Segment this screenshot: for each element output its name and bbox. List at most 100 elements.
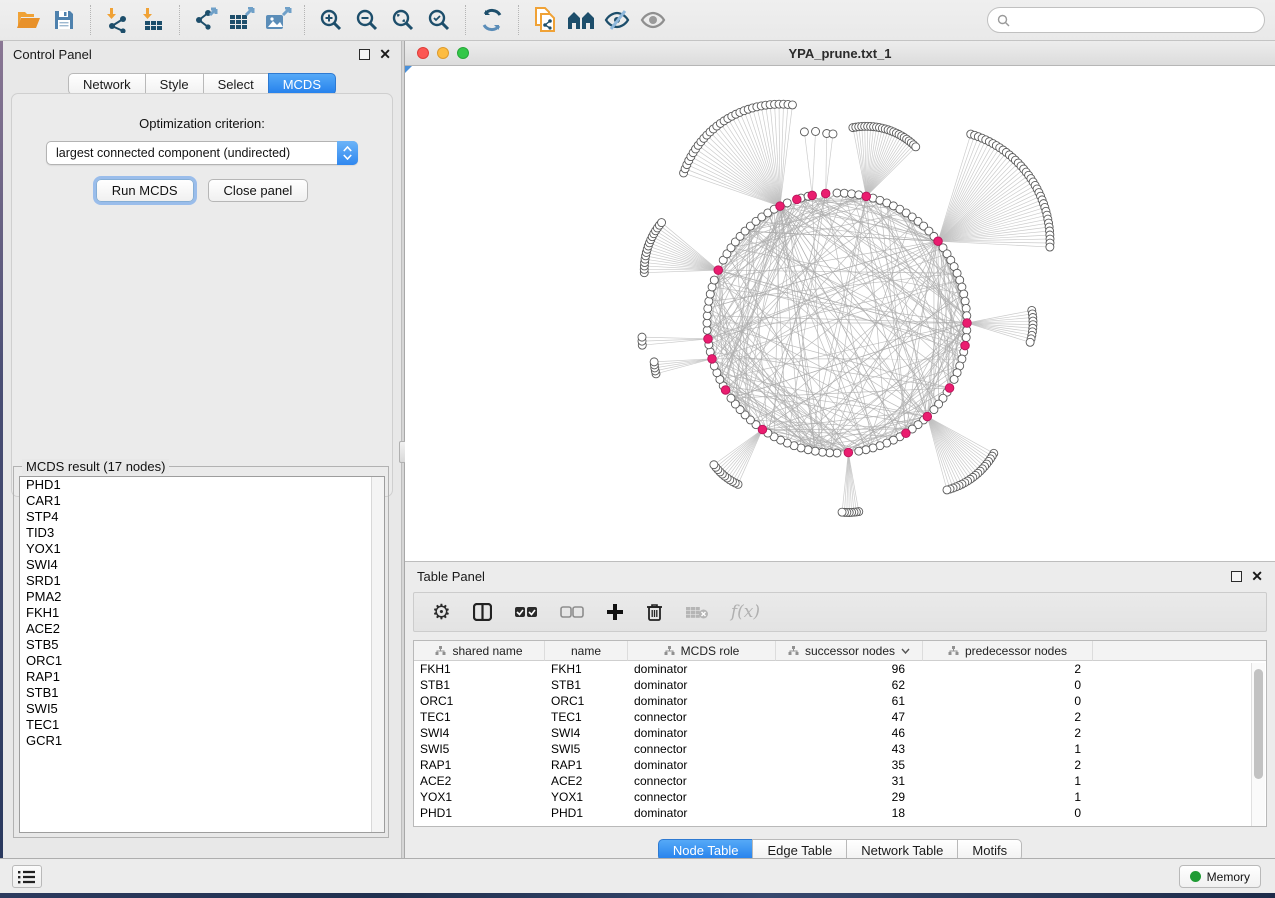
cell-name[interactable]: YOX1 — [545, 789, 628, 805]
close-panel-button[interactable]: Close panel — [208, 179, 309, 202]
close-panel-icon[interactable]: ✕ — [379, 49, 391, 60]
mcds-result-item[interactable]: CAR1 — [20, 493, 384, 509]
cell-shared_name[interactable]: RAP1 — [414, 757, 545, 773]
table-settings-gear-icon[interactable]: ⚙ — [432, 600, 451, 625]
mcds-result-item[interactable]: SWI4 — [20, 557, 384, 573]
cell-successor_nodes[interactable]: 47 — [776, 709, 923, 725]
search-box[interactable] — [987, 7, 1265, 33]
export-image-button[interactable] — [260, 4, 296, 36]
table-scrollbar[interactable] — [1251, 663, 1265, 826]
cell-successor_nodes[interactable]: 61 — [776, 693, 923, 709]
cell-predecessor_nodes[interactable]: 2 — [923, 725, 1093, 741]
mcds-result-list[interactable]: PHD1CAR1STP4TID3YOX1SWI4SRD1PMA2FKH1ACE2… — [19, 476, 385, 833]
zoom-selected-button[interactable] — [421, 4, 457, 36]
cell-name[interactable]: SWI4 — [545, 725, 628, 741]
column-header-name[interactable]: name — [545, 641, 628, 661]
mcds-result-item[interactable]: TEC1 — [20, 717, 384, 733]
result-list-scrollbar[interactable] — [371, 477, 384, 832]
cell-predecessor_nodes[interactable]: 1 — [923, 773, 1093, 789]
cell-name[interactable]: FKH1 — [545, 661, 628, 677]
table-row[interactable]: STB1STB1dominator620 — [414, 677, 1266, 693]
cell-successor_nodes[interactable]: 18 — [776, 805, 923, 821]
tab-select[interactable]: Select — [203, 73, 268, 95]
cell-name[interactable]: PHD1 — [545, 805, 628, 821]
table-row[interactable]: ACE2ACE2connector311 — [414, 773, 1266, 789]
add-column-icon[interactable] — [606, 603, 624, 621]
memory-button[interactable]: Memory — [1179, 865, 1261, 888]
mcds-result-item[interactable]: GCR1 — [20, 733, 384, 749]
zoom-out-button[interactable] — [349, 4, 385, 36]
cell-mcds_role[interactable]: connector — [628, 789, 776, 805]
refresh-view-button[interactable] — [474, 4, 510, 36]
cell-shared_name[interactable]: TEC1 — [414, 709, 545, 725]
hide-selected-button[interactable] — [599, 4, 635, 36]
network-view[interactable] — [405, 66, 1275, 561]
float-table-panel-icon[interactable] — [1231, 571, 1242, 582]
table-row[interactable]: SWI5SWI5connector431 — [414, 741, 1266, 757]
cell-mcds_role[interactable]: connector — [628, 773, 776, 789]
cell-shared_name[interactable]: ACE2 — [414, 773, 545, 789]
export-network-button[interactable] — [188, 4, 224, 36]
cell-predecessor_nodes[interactable]: 2 — [923, 661, 1093, 677]
show-all-button[interactable] — [635, 4, 671, 36]
network-titlebar[interactable]: YPA_prune.txt_1 — [405, 41, 1275, 66]
cell-mcds_role[interactable]: dominator — [628, 661, 776, 677]
cell-mcds_role[interactable]: dominator — [628, 757, 776, 773]
cell-successor_nodes[interactable]: 46 — [776, 725, 923, 741]
cell-mcds_role[interactable]: dominator — [628, 805, 776, 821]
save-session-button[interactable] — [46, 4, 82, 36]
mcds-result-item[interactable]: SWI5 — [20, 701, 384, 717]
birdseye-view-button[interactable] — [563, 4, 599, 36]
zoom-fit-button[interactable] — [385, 4, 421, 36]
cell-successor_nodes[interactable]: 96 — [776, 661, 923, 677]
table-row[interactable]: ORC1ORC1dominator610 — [414, 693, 1266, 709]
cell-name[interactable]: ORC1 — [545, 693, 628, 709]
column-header-MCDS-role[interactable]: MCDS role — [628, 641, 776, 661]
cell-name[interactable]: STB1 — [545, 677, 628, 693]
search-input[interactable] — [1016, 13, 1255, 27]
mcds-result-item[interactable]: YOX1 — [20, 541, 384, 557]
mcds-result-item[interactable]: STB1 — [20, 685, 384, 701]
delete-columns-icon[interactable] — [646, 603, 663, 622]
table-row[interactable]: PHD1PHD1dominator180 — [414, 805, 1266, 821]
task-history-button[interactable] — [12, 865, 42, 888]
cell-predecessor_nodes[interactable]: 1 — [923, 741, 1093, 757]
cell-shared_name[interactable]: STB1 — [414, 677, 545, 693]
cell-shared_name[interactable]: ORC1 — [414, 693, 545, 709]
network-graph-svg[interactable] — [405, 66, 1275, 561]
run-mcds-button[interactable]: Run MCDS — [96, 179, 194, 202]
mcds-result-item[interactable]: SRD1 — [20, 573, 384, 589]
cell-predecessor_nodes[interactable]: 2 — [923, 709, 1093, 725]
import-network-button[interactable] — [99, 4, 135, 36]
cell-mcds_role[interactable]: connector — [628, 709, 776, 725]
cell-shared_name[interactable]: YOX1 — [414, 789, 545, 805]
mcds-result-item[interactable]: TID3 — [20, 525, 384, 541]
cell-mcds_role[interactable]: dominator — [628, 677, 776, 693]
mcds-result-item[interactable]: STB5 — [20, 637, 384, 653]
table-row[interactable]: FKH1FKH1dominator962 — [414, 661, 1266, 677]
zoom-in-button[interactable] — [313, 4, 349, 36]
column-header-predecessor-nodes[interactable]: predecessor nodes — [923, 641, 1093, 661]
cell-successor_nodes[interactable]: 35 — [776, 757, 923, 773]
cell-successor_nodes[interactable]: 43 — [776, 741, 923, 757]
cell-name[interactable]: SWI5 — [545, 741, 628, 757]
column-header-successor-nodes[interactable]: successor nodes — [776, 641, 923, 661]
cell-shared_name[interactable]: SWI4 — [414, 725, 545, 741]
mcds-result-item[interactable]: RAP1 — [20, 669, 384, 685]
cell-successor_nodes[interactable]: 62 — [776, 677, 923, 693]
open-session-button[interactable] — [10, 4, 46, 36]
mcds-result-item[interactable]: ORC1 — [20, 653, 384, 669]
cell-successor_nodes[interactable]: 31 — [776, 773, 923, 789]
clone-network-button[interactable] — [527, 4, 563, 36]
cell-predecessor_nodes[interactable]: 0 — [923, 677, 1093, 693]
table-row[interactable]: SWI4SWI4dominator462 — [414, 725, 1266, 741]
split-panel-icon[interactable] — [473, 603, 492, 621]
mcds-result-item[interactable]: PMA2 — [20, 589, 384, 605]
table-row[interactable]: YOX1YOX1connector291 — [414, 789, 1266, 805]
cell-predecessor_nodes[interactable]: 0 — [923, 693, 1093, 709]
unselect-all-columns-icon[interactable] — [560, 606, 584, 619]
table-scrollbar-thumb[interactable] — [1254, 669, 1263, 779]
cell-predecessor_nodes[interactable]: 1 — [923, 789, 1093, 805]
tab-style[interactable]: Style — [145, 73, 203, 95]
close-table-panel-icon[interactable]: ✕ — [1251, 571, 1263, 582]
